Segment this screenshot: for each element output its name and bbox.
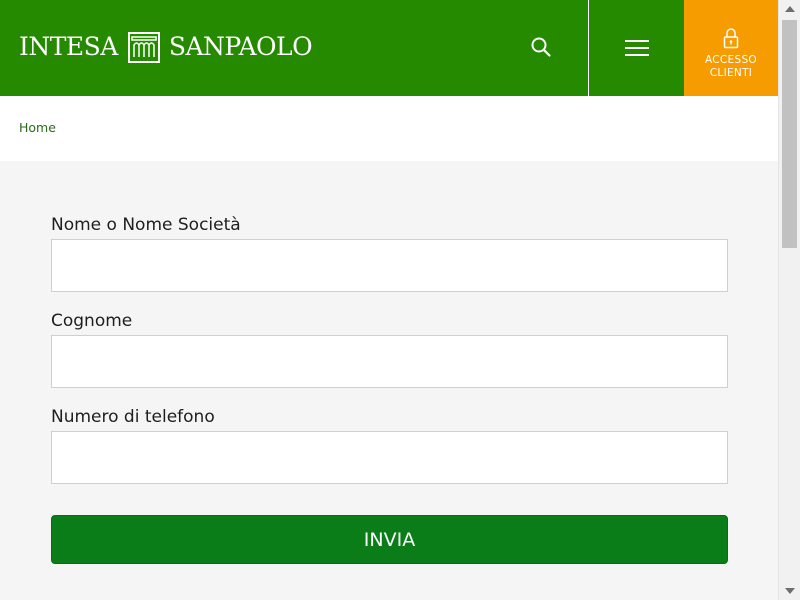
page: INTESA SANPAOLO ACCESSO CLIENTI Home Nom… <box>0 0 778 600</box>
field-name-group: Nome o Nome Società <box>51 212 728 292</box>
hamburger-menu-icon <box>624 40 649 56</box>
submit-button[interactable]: INVIA <box>51 515 728 564</box>
field-name-label: Nome o Nome Società <box>51 215 241 235</box>
logo-bridge-icon <box>127 31 160 63</box>
logo[interactable]: INTESA SANPAOLO <box>19 31 313 63</box>
scroll-down-icon[interactable] <box>785 588 795 594</box>
search-button[interactable] <box>516 22 566 72</box>
logo-text-left: INTESA <box>19 32 118 61</box>
access-clients-button[interactable]: ACCESSO CLIENTI <box>684 0 778 96</box>
scroll-thumb[interactable] <box>782 20 797 248</box>
phone-input[interactable] <box>51 431 728 484</box>
breadcrumb: Home <box>0 96 778 161</box>
scroll-up-icon[interactable] <box>785 6 795 12</box>
field-phone-label: Numero di telefono <box>51 407 215 427</box>
search-icon <box>531 37 551 57</box>
name-input[interactable] <box>51 239 728 292</box>
scrollbar[interactable] <box>778 0 800 600</box>
contact-form: Nome o Nome Società Cognome Numero di te… <box>51 212 728 500</box>
field-phone-group: Numero di telefono <box>51 404 728 484</box>
field-surname-label: Cognome <box>51 311 133 331</box>
field-surname-group: Cognome <box>51 308 728 388</box>
surname-input[interactable] <box>51 335 728 388</box>
logo-text-right: SANPAOLO <box>168 32 313 61</box>
lock-icon <box>723 28 739 49</box>
menu-button[interactable] <box>588 0 684 96</box>
breadcrumb-home-link[interactable]: Home <box>19 120 56 135</box>
access-clients-label: ACCESSO CLIENTI <box>705 54 757 79</box>
header: INTESA SANPAOLO ACCESSO CLIENTI <box>0 0 778 96</box>
